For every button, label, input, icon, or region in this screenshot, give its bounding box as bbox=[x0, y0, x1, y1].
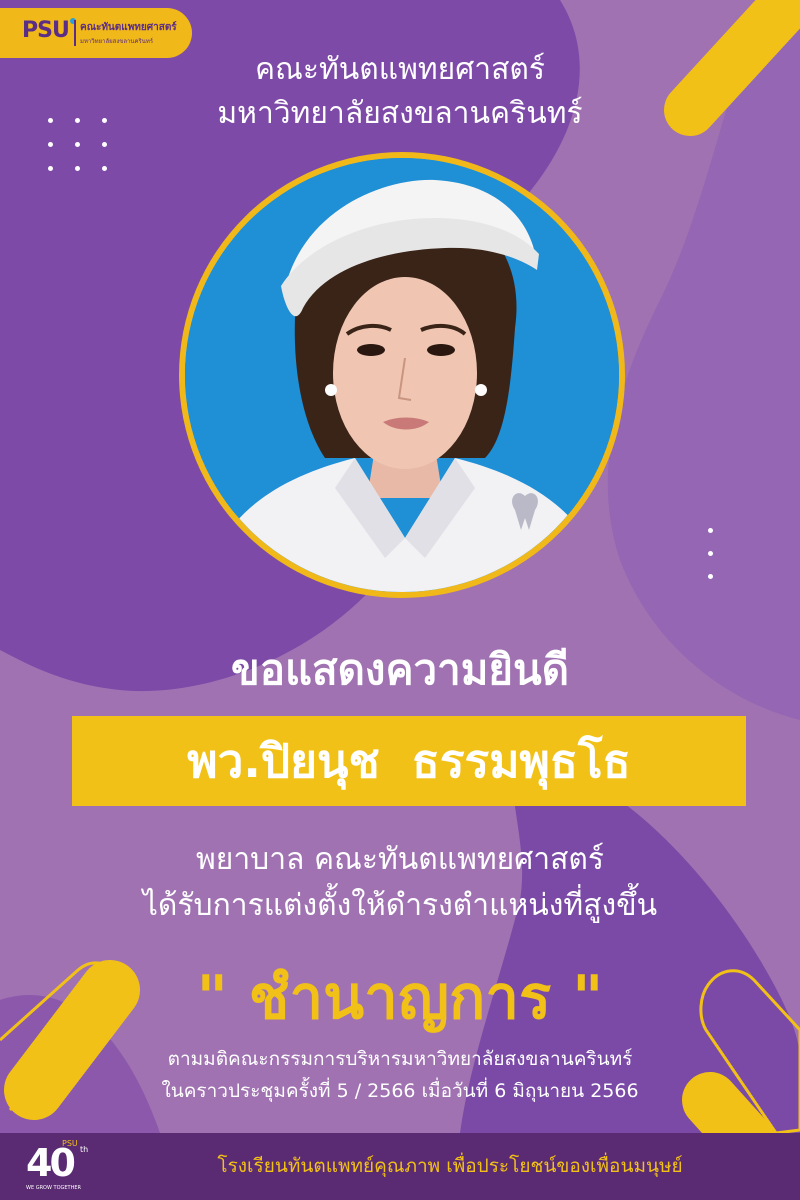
resolution-line-1: ตามมติคณะกรรมการบริหารมหาวิทยาลัยสงขลานค… bbox=[167, 1048, 633, 1070]
footer-slogan: โรงเรียนทันตแพทย์คุณภาพ เพื่อประโยชน์ของ… bbox=[217, 1155, 683, 1177]
faculty-title: คณะทันตแพทยศาสตร์ bbox=[254, 52, 546, 87]
logo-divider bbox=[74, 20, 76, 46]
poster: PSU คณะทันตแพทยศาสตร์ มหาวิทยาลัยสงขลานค… bbox=[0, 0, 800, 1200]
nurse-portrait-illustration bbox=[185, 158, 619, 592]
honoree-role: พยาบาล คณะทันตแพทยศาสตร์ bbox=[195, 842, 605, 877]
footer-bar: 40 PSU th WE GROW TOGETHER โรงเรียนทันตแ… bbox=[0, 1133, 800, 1200]
psu-logo-mark: PSU bbox=[22, 18, 76, 43]
decorative-dot-column bbox=[708, 528, 713, 579]
congratulations-heading: ขอแสดงความยินดี bbox=[231, 645, 569, 694]
anniversary-40th-logo: 40 PSU th WE GROW TOGETHER bbox=[26, 1139, 92, 1195]
portrait-frame bbox=[179, 152, 625, 598]
name-banner: พว.ปิยนุช ธรรมพุธโธ bbox=[72, 716, 746, 806]
anniversary-mark: PSU bbox=[62, 1139, 78, 1148]
anniversary-suffix: th bbox=[80, 1145, 89, 1154]
decorative-dot-grid bbox=[48, 118, 107, 171]
honoree-name: พว.ปิยนุช ธรรมพุธโธ bbox=[187, 734, 631, 788]
anniversary-tagline: WE GROW TOGETHER bbox=[26, 1185, 81, 1191]
university-title: มหาวิทยาลัยสงขลานครินทร์ bbox=[217, 96, 583, 131]
position-title: " ชำนาญการ " bbox=[196, 963, 604, 1033]
appointment-statement: ได้รับการแต่งตั้งให้ดำรงตำแหน่งที่สูงขึ้… bbox=[142, 888, 658, 923]
portrait-photo bbox=[185, 158, 619, 592]
resolution-line-2: ในคราวประชุมครั้งที่ 5 / 2566 เมื่อวันที… bbox=[161, 1080, 639, 1102]
logo-university-name: มหาวิทยาลัยสงขลานครินทร์ bbox=[80, 38, 154, 45]
logo-faculty-name: คณะทันตแพทยศาสตร์ bbox=[80, 22, 177, 33]
